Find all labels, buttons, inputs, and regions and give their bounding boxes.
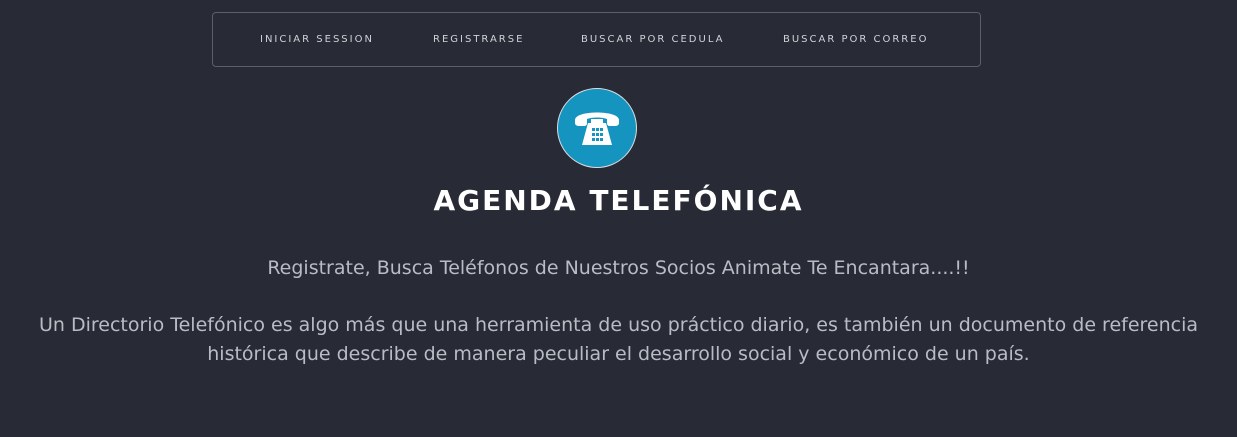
nav-link-iniciar-session[interactable]: INICIAR SESSION bbox=[260, 34, 374, 45]
description-paragraph: Un Directorio Telefónico es algo más que… bbox=[38, 314, 1199, 365]
nav-link-registrarse[interactable]: REGISTRARSE bbox=[433, 34, 524, 45]
nav-link-buscar-por-cedula[interactable]: BUSCAR POR CEDULA bbox=[581, 34, 724, 45]
tagline: Registrate, Busca Teléfonos de Nuestros … bbox=[267, 257, 970, 279]
nav-link-buscar-por-correo[interactable]: BUSCAR POR CORREO bbox=[783, 34, 928, 45]
telephone-icon bbox=[575, 112, 619, 145]
top-navigation: INICIAR SESSION REGISTRARSE BUSCAR POR C… bbox=[212, 12, 981, 67]
page-title: AGENDA TELEFÓNICA bbox=[433, 184, 804, 217]
logo bbox=[557, 88, 637, 168]
